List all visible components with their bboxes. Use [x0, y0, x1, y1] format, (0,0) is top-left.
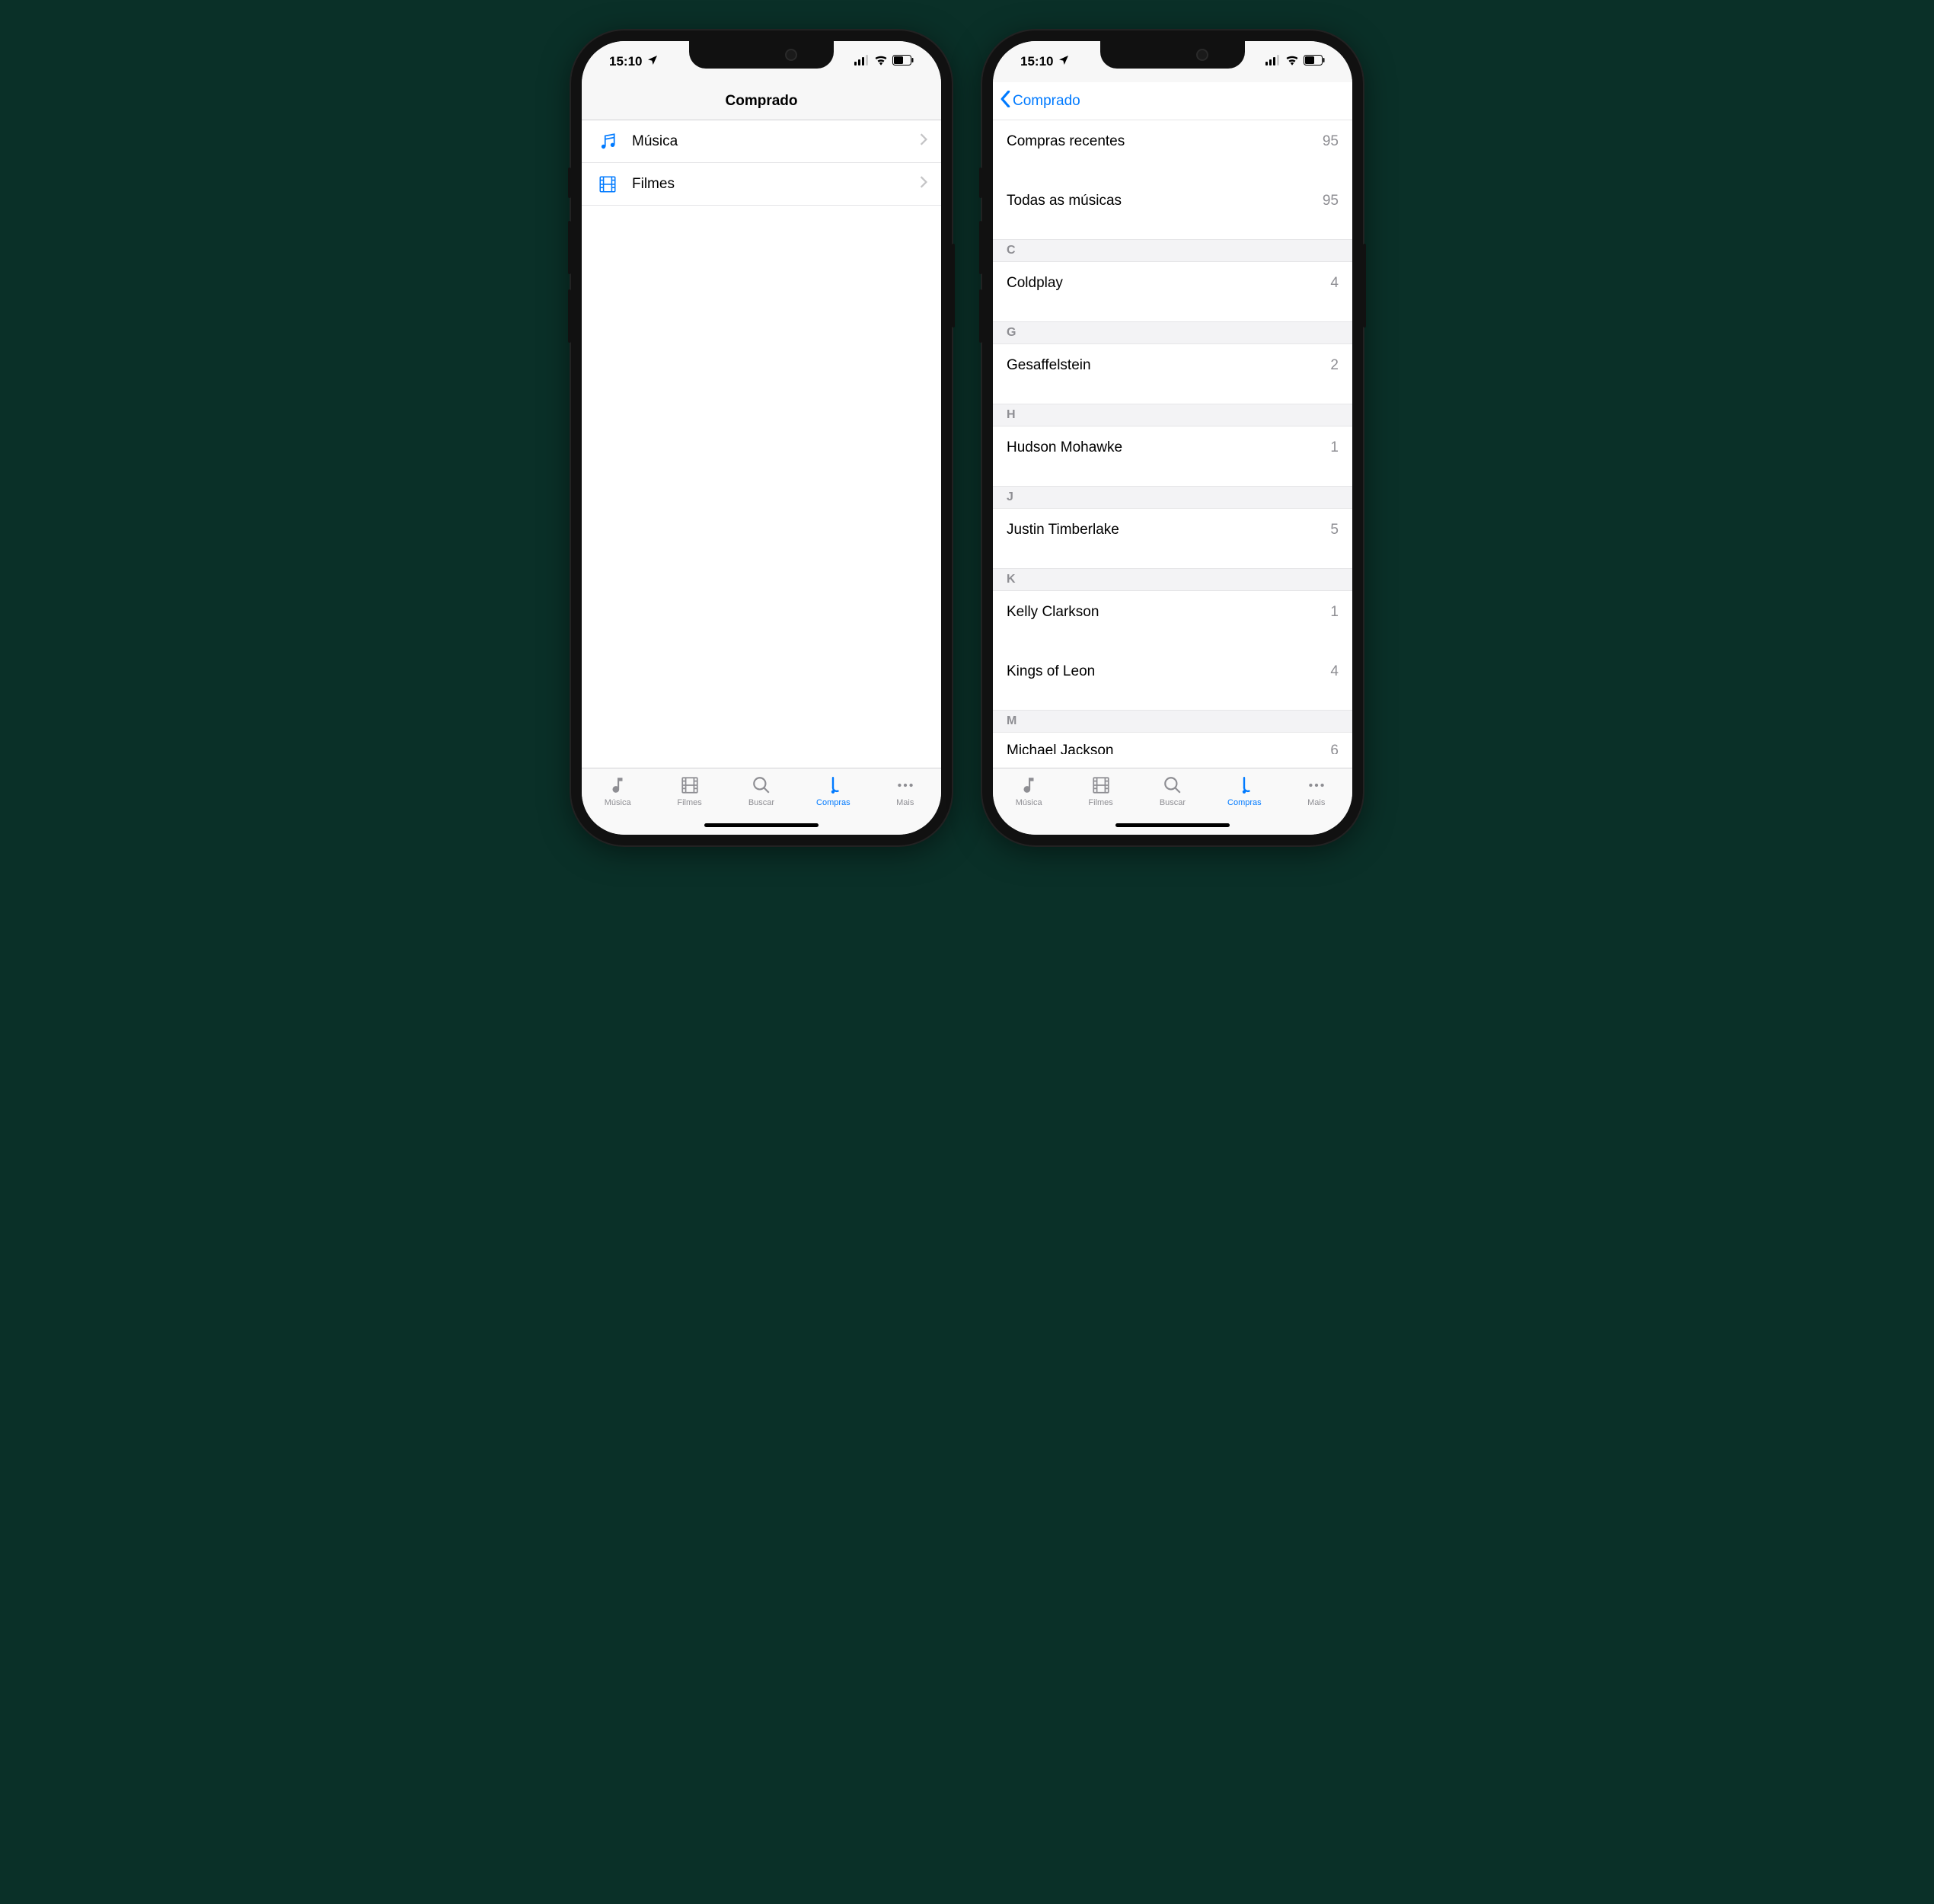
search-icon [752, 775, 771, 796]
tab-label: Filmes [677, 798, 701, 807]
row-count: 5 [1330, 522, 1339, 538]
tab-label: Música [605, 798, 631, 807]
tab-label: Compras [816, 798, 851, 807]
content-area: Música Filmes [582, 120, 941, 768]
home-indicator[interactable] [704, 823, 819, 827]
row-label: Michael Jackson [1007, 743, 1330, 754]
row-count: 95 [1323, 193, 1339, 209]
more-icon [1307, 775, 1326, 796]
section-header-g: G [993, 321, 1352, 344]
wifi-icon [874, 54, 888, 69]
artist-row[interactable]: Gesaffelstein 2 [993, 344, 1352, 387]
row-recent-purchases[interactable]: Compras recentes 95 [993, 120, 1352, 163]
phone-frame-right: 15:10 [982, 30, 1363, 845]
tab-more[interactable]: Mais [875, 775, 936, 807]
row-count: 4 [1330, 663, 1339, 680]
purchases-icon [823, 775, 843, 796]
row-count: 4 [1330, 275, 1339, 292]
row-count: 1 [1330, 604, 1339, 621]
tab-music[interactable]: Música [587, 775, 648, 807]
status-time: 15:10 [609, 54, 642, 69]
back-button[interactable]: Comprado [1001, 91, 1080, 112]
more-icon [895, 775, 915, 796]
back-label: Comprado [1013, 93, 1080, 110]
phone-frame-left: 15:10 Comprado [571, 30, 952, 845]
row-label: Coldplay [1007, 275, 1330, 292]
row-label: Filmes [632, 176, 920, 193]
row-movies[interactable]: Filmes [582, 163, 941, 206]
tab-movies[interactable]: Filmes [659, 775, 720, 807]
tab-label: Buscar [748, 798, 774, 807]
music-note-icon [608, 775, 627, 796]
search-icon [1163, 775, 1182, 796]
content-area[interactable]: Compras recentes 95 Todas as músicas 95 … [993, 120, 1352, 768]
row-label: Kings of Leon [1007, 663, 1330, 680]
row-label: Todas as músicas [1007, 193, 1323, 209]
battery-icon [892, 54, 914, 69]
chevron-right-icon [920, 176, 927, 192]
section-header-j: J [993, 486, 1352, 509]
tab-search[interactable]: Buscar [1142, 775, 1203, 807]
chevron-left-icon [1001, 91, 1011, 112]
row-label: Justin Timberlake [1007, 522, 1330, 538]
tab-music[interactable]: Música [998, 775, 1059, 807]
tab-label: Música [1016, 798, 1042, 807]
home-indicator[interactable] [1115, 823, 1230, 827]
nav-bar: Comprado [582, 82, 941, 120]
artist-row[interactable]: Kings of Leon 4 [993, 650, 1352, 693]
row-count: 95 [1323, 133, 1339, 150]
battery-icon [1304, 54, 1325, 69]
status-time: 15:10 [1020, 54, 1053, 69]
purchases-icon [1234, 775, 1254, 796]
device-notch [689, 41, 834, 69]
tab-purchases[interactable]: Compras [803, 775, 863, 807]
section-header-m: M [993, 710, 1352, 733]
artist-row[interactable]: Coldplay 4 [993, 262, 1352, 305]
tab-purchases[interactable]: Compras [1214, 775, 1275, 807]
tab-label: Mais [1307, 798, 1325, 807]
tab-label: Buscar [1160, 798, 1186, 807]
row-label: Kelly Clarkson [1007, 604, 1330, 621]
tab-label: Filmes [1088, 798, 1112, 807]
film-icon [595, 174, 620, 194]
row-count: 6 [1330, 743, 1339, 754]
section-header-h: H [993, 404, 1352, 426]
artist-row-cutoff[interactable]: Michael Jackson 6 [993, 733, 1352, 754]
film-icon [1091, 775, 1111, 796]
section-header-k: K [993, 568, 1352, 591]
tab-movies[interactable]: Filmes [1071, 775, 1131, 807]
row-music[interactable]: Música [582, 120, 941, 163]
wifi-icon [1285, 54, 1299, 69]
cellular-icon [1265, 54, 1281, 69]
row-all-songs[interactable]: Todas as músicas 95 [993, 180, 1352, 222]
cellular-icon [854, 54, 870, 69]
tab-search[interactable]: Buscar [731, 775, 792, 807]
chevron-right-icon [920, 133, 927, 149]
film-icon [680, 775, 700, 796]
music-note-icon [595, 132, 620, 152]
music-note-icon [1019, 775, 1039, 796]
row-label: Gesaffelstein [1007, 357, 1330, 374]
location-icon [646, 54, 659, 70]
section-header-c: C [993, 239, 1352, 262]
row-count: 2 [1330, 357, 1339, 374]
row-label: Hudson Mohawke [1007, 439, 1330, 456]
row-label: Compras recentes [1007, 133, 1323, 150]
location-icon [1058, 54, 1070, 70]
tab-label: Compras [1227, 798, 1262, 807]
nav-title: Comprado [726, 93, 798, 110]
nav-bar: Comprado [993, 82, 1352, 120]
row-count: 1 [1330, 439, 1339, 456]
row-label: Música [632, 133, 920, 150]
artist-row[interactable]: Kelly Clarkson 1 [993, 591, 1352, 634]
artist-row[interactable]: Justin Timberlake 5 [993, 509, 1352, 551]
artist-row[interactable]: Hudson Mohawke 1 [993, 426, 1352, 469]
device-notch [1100, 41, 1245, 69]
tab-label: Mais [896, 798, 914, 807]
tab-more[interactable]: Mais [1286, 775, 1347, 807]
